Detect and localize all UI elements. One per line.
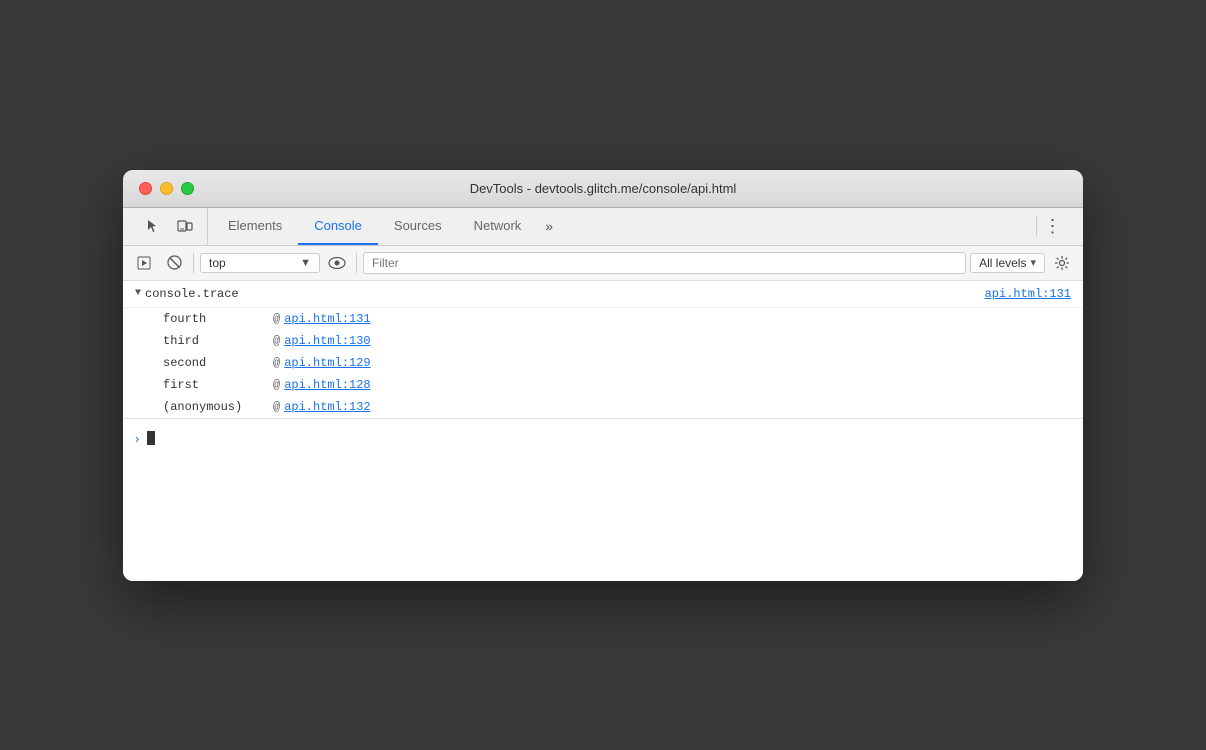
log-level-selector[interactable]: All levels ▾ [970, 253, 1045, 273]
toolbar-icons [131, 208, 208, 245]
trace-expand-arrow[interactable]: ▼ [135, 288, 141, 299]
console-output: ▼ console.trace api.html:131 fourth @ ap… [123, 281, 1083, 581]
toolbar-divider [193, 253, 194, 273]
window-title: DevTools - devtools.glitch.me/console/ap… [470, 181, 737, 196]
trace-entry-0: fourth @ api.html:131 [123, 308, 1083, 330]
filter-input[interactable] [363, 252, 966, 274]
maximize-button[interactable] [181, 182, 194, 195]
trace-link-1[interactable]: api.html:130 [284, 334, 370, 348]
console-empty-area [123, 458, 1083, 558]
settings-button[interactable] [1049, 250, 1075, 276]
trace-func-0: fourth [163, 312, 273, 326]
trace-func-4: (anonymous) [163, 400, 273, 414]
tab-sources[interactable]: Sources [378, 208, 458, 245]
minimize-button[interactable] [160, 182, 173, 195]
tab-network[interactable]: Network [458, 208, 538, 245]
tabs-bar: Elements Console Sources Network » ⋮ [123, 208, 1083, 246]
device-toolbar-button[interactable] [171, 212, 199, 240]
trace-link-2[interactable]: api.html:129 [284, 356, 370, 370]
trace-link-3[interactable]: api.html:128 [284, 378, 370, 392]
clear-console-button[interactable] [161, 250, 187, 276]
close-button[interactable] [139, 182, 152, 195]
console-cursor [147, 431, 155, 445]
cursor-tool-button[interactable] [139, 212, 167, 240]
divider [1036, 216, 1037, 236]
titlebar: DevTools - devtools.glitch.me/console/ap… [123, 170, 1083, 208]
trace-at-4: @ [273, 400, 280, 414]
console-input-row[interactable]: › [123, 418, 1083, 458]
run-snippet-button[interactable] [131, 250, 157, 276]
tabs-right: ⋮ [1026, 208, 1075, 245]
console-prompt-icon[interactable]: › [135, 431, 139, 446]
trace-at-3: @ [273, 378, 280, 392]
context-selector[interactable]: top ▼ [200, 253, 320, 273]
trace-at-2: @ [273, 356, 280, 370]
trace-func-1: third [163, 334, 273, 348]
trace-link-0[interactable]: api.html:131 [284, 312, 370, 326]
tab-console[interactable]: Console [298, 208, 378, 245]
trace-source-link[interactable]: api.html:131 [985, 287, 1071, 301]
more-tabs-button[interactable]: » [537, 208, 561, 245]
more-options-button[interactable]: ⋮ [1039, 212, 1067, 240]
trace-entries: fourth @ api.html:131 third @ api.html:1… [123, 308, 1083, 418]
toolbar-divider2 [356, 253, 357, 273]
tab-elements[interactable]: Elements [212, 208, 298, 245]
trace-func-2: second [163, 356, 273, 370]
console-trace-header: ▼ console.trace api.html:131 [123, 281, 1083, 308]
traffic-lights [139, 182, 194, 195]
trace-entry-4: (anonymous) @ api.html:132 [123, 396, 1083, 418]
trace-func-3: first [163, 378, 273, 392]
trace-entry-3: first @ api.html:128 [123, 374, 1083, 396]
trace-link-4[interactable]: api.html:132 [284, 400, 370, 414]
console-toolbar: top ▼ All levels ▾ [123, 246, 1083, 281]
trace-at-0: @ [273, 312, 280, 326]
trace-at-1: @ [273, 334, 280, 348]
trace-label: console.trace [145, 287, 239, 301]
watch-expressions-button[interactable] [324, 250, 350, 276]
trace-entry-2: second @ api.html:129 [123, 352, 1083, 374]
devtools-window: DevTools - devtools.glitch.me/console/ap… [123, 170, 1083, 581]
trace-entry-1: third @ api.html:130 [123, 330, 1083, 352]
